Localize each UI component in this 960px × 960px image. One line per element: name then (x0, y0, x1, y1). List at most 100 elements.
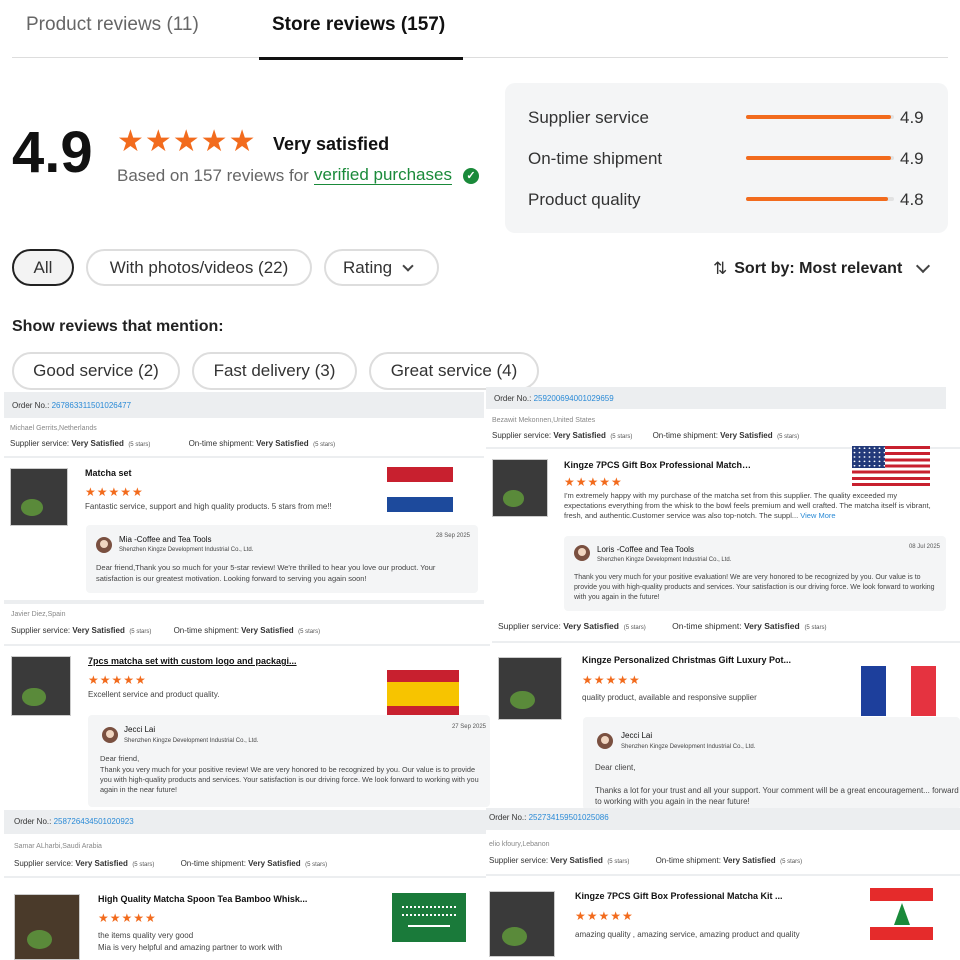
metric-bar-shipment (746, 156, 894, 160)
reply-company: Shenzhen Kingze Development Industrial C… (621, 744, 756, 750)
review-card: Order No.: 259200694001029659 Bezawit Me… (486, 387, 960, 617)
product-thumbnail[interactable] (498, 657, 562, 720)
review-text: Fantastic service, support and high qual… (85, 502, 332, 511)
verified-badge-icon: ✓ (463, 168, 479, 184)
overall-score: 4.9 (12, 120, 93, 185)
review-stars: ★★★★★ (582, 673, 641, 687)
product-title[interactable]: Matcha set (85, 468, 365, 478)
product-thumbnail[interactable] (11, 656, 71, 716)
rating-label: Rating (343, 257, 393, 277)
reply-text: Thank you very much for your positive ev… (574, 574, 935, 601)
product-thumbnail[interactable] (492, 459, 548, 517)
avatar (102, 727, 118, 743)
metric-value-supplier: 4.9 (900, 108, 924, 127)
chevron-down-icon (916, 258, 931, 274)
divider (4, 644, 490, 646)
product-thumbnail[interactable] (14, 894, 80, 960)
netherlands-flag (387, 467, 453, 512)
product-title[interactable]: 7pcs matcha set with custom logo and pac… (88, 656, 298, 666)
review-card: Order No.: 258726434501020923 Samar ALha… (4, 810, 486, 960)
divider (4, 456, 484, 458)
rating-text: Very satisfied (273, 134, 390, 154)
filter-rating-dropdown[interactable]: Rating (324, 249, 439, 286)
filter-all-button[interactable]: All (12, 249, 74, 286)
order-number-bar: Order No.: 252734159501025086 (486, 808, 960, 830)
order-number-link[interactable]: 267863311501026477 (52, 401, 132, 410)
saudi-arabia-flag (392, 893, 466, 942)
metric-value-quality: 4.8 (900, 190, 924, 209)
order-number-link[interactable]: 252734159501025086 (529, 813, 609, 822)
supplier-reply: Mia -Coffee and Tea Tools Shenzhen Kingz… (86, 525, 478, 593)
review-card: Order No.: 267863311501026477 Michael Ge… (4, 392, 484, 604)
product-title[interactable]: Kingze 7PCS Gift Box Professional Matcha… (575, 891, 805, 901)
review-card: Order No.: 252734159501025086 elio kfour… (486, 808, 960, 960)
lebanon-flag (870, 888, 933, 940)
reviewer-name: Bezawit Mekonnen,United States (492, 417, 596, 424)
reply-author: Jecci Lai (621, 731, 653, 740)
review-text: amazing quality , amazing service, amazi… (575, 930, 800, 939)
active-tab-indicator (259, 57, 463, 60)
product-thumbnail[interactable] (10, 468, 68, 526)
mentions-title: Show reviews that mention: (12, 318, 224, 335)
order-number-link[interactable]: 259200694001029659 (534, 394, 614, 403)
sort-arrows-icon: ⇅ (713, 259, 728, 279)
mention-tag-good-service[interactable]: Good service (2) (12, 352, 180, 390)
chevron-down-icon (402, 259, 414, 272)
review-card: Supplier service: Very Satisfied (5 star… (492, 617, 960, 810)
reviewer-name: Javier Diez,Spain (11, 611, 66, 618)
reviewer-name: elio kfoury,Lebanon (489, 841, 550, 848)
filter-photos-button[interactable]: With photos/videos (22) (86, 249, 312, 286)
metric-bar-quality (746, 197, 894, 201)
reply-greeting: Dear friend, (100, 754, 140, 763)
review-meta: Supplier service: Very Satisfied (5 star… (492, 431, 800, 440)
metric-value-shipment: 4.9 (900, 149, 924, 168)
review-meta: Supplier service: Very Satisfied (5 star… (498, 621, 827, 631)
divider (4, 876, 486, 878)
sort-dropdown[interactable]: ⇅ Sort by: Most relevant (713, 257, 948, 281)
review-text: I'm extremely happy with my purchase of … (564, 491, 931, 521)
verified-purchases-link[interactable]: verified purchases (314, 165, 452, 185)
order-number-bar: Order No.: 267863311501026477 (4, 392, 484, 418)
review-meta: Supplier service: Very Satisfied (5 star… (10, 439, 336, 448)
avatar (96, 537, 112, 553)
mention-tag-fast-delivery[interactable]: Fast delivery (3) (192, 352, 357, 390)
product-title[interactable]: Kingze 7PCS Gift Box Professional Matcha… (564, 460, 754, 470)
divider (486, 874, 960, 876)
reviewer-name: Samar ALharbi,Saudi Arabia (14, 843, 102, 850)
review-meta: Supplier service: Very Satisfied (5 star… (14, 859, 328, 868)
reply-date: 27 Sep 2025 (451, 724, 486, 730)
reply-date: 08 Jul 2025 (908, 544, 940, 550)
tab-divider (12, 57, 948, 58)
review-card: Javier Diez,Spain Supplier service: Very… (4, 606, 490, 810)
review-meta: Supplier service: Very Satisfied (5 star… (489, 856, 803, 865)
review-stars: ★★★★★ (85, 485, 144, 499)
order-number-link[interactable]: 258726434501020923 (54, 817, 134, 826)
supplier-reply: Jecci Lai Shenzhen Kingze Development In… (583, 717, 960, 810)
reply-date: 28 Sep 2025 (435, 533, 470, 539)
tab-product-reviews[interactable]: Product reviews (11) (26, 14, 199, 36)
supplier-reply: Jecci Lai Shenzhen Kingze Development In… (88, 715, 490, 807)
review-stars: ★★★★★ (575, 909, 634, 923)
reply-text: Dear friend,Thank you so much for your 5… (96, 563, 436, 583)
tab-store-reviews[interactable]: Store reviews (157) (272, 14, 445, 36)
mention-tag-great-service[interactable]: Great service (4) (369, 352, 539, 390)
based-on-text: Based on 157 reviews for (117, 166, 309, 185)
product-thumbnail[interactable] (489, 891, 555, 957)
overall-stars: ★★★★★ (117, 125, 257, 158)
reply-text: Thanks a lot for your trust and all your… (595, 786, 959, 807)
reply-company: Shenzhen Kingze Development Industrial C… (119, 547, 254, 553)
view-more-link[interactable]: View More (800, 511, 835, 520)
review-stars: ★★★★★ (98, 911, 157, 925)
metric-bar-supplier (746, 115, 894, 119)
metric-label-supplier: Supplier service (528, 108, 649, 127)
reply-author: Jecci Lai (124, 725, 156, 734)
reviewer-name: Michael Gerrits,Netherlands (10, 425, 97, 432)
france-flag (861, 666, 936, 716)
product-title[interactable]: Kingze Personalized Christmas Gift Luxur… (582, 655, 822, 665)
reply-author: Loris -Coffee and Tea Tools (597, 545, 694, 554)
product-title[interactable]: High Quality Matcha Spoon Tea Bamboo Whi… (98, 894, 328, 904)
supplier-reply: Loris -Coffee and Tea Tools Shenzhen Kin… (564, 536, 946, 611)
metric-label-shipment: On-time shipment (528, 149, 663, 168)
sort-label: Sort by: Most relevant (734, 260, 903, 277)
reply-text: Thank you very much for your positive re… (100, 765, 479, 795)
